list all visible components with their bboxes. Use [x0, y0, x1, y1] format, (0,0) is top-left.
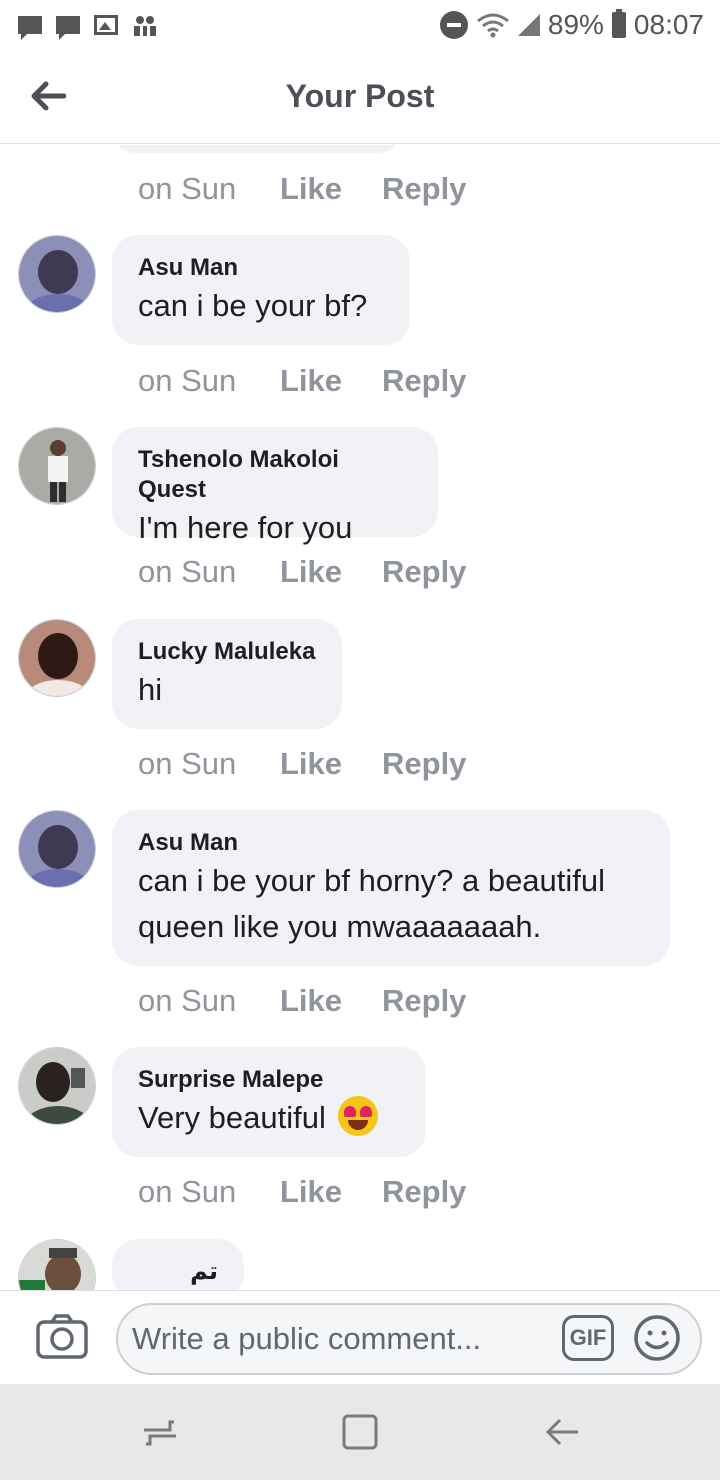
signal-icon — [517, 14, 540, 36]
comment-actions: on Sun Like Reply — [138, 361, 466, 401]
battery-icon — [611, 9, 626, 38]
reply-button[interactable]: Reply — [382, 983, 466, 1019]
like-button[interactable]: Like — [280, 171, 382, 207]
comment-actions: on Sun Like Reply — [138, 552, 466, 592]
comment-bubble: Lucky Maluleka hi — [112, 619, 342, 729]
smiley-icon — [634, 1315, 680, 1361]
home-button[interactable] — [340, 1412, 380, 1452]
comment-time: on Sun — [138, 983, 237, 1018]
status-bar-system: 89% 08:07 — [439, 9, 704, 41]
status-bar: 89% 08:07 — [0, 0, 720, 50]
like-button[interactable]: Like — [280, 363, 382, 399]
heart-eyes-emoji — [338, 1096, 379, 1136]
reply-button[interactable]: Reply — [382, 171, 466, 207]
comment-time: on Sun — [138, 1174, 237, 1209]
reply-button[interactable]: Reply — [382, 554, 466, 590]
app-header: Your Post — [0, 50, 720, 144]
recent-apps-button[interactable] — [140, 1412, 180, 1452]
image-icon — [94, 15, 118, 35]
reply-button[interactable]: Reply — [382, 1174, 466, 1210]
commenter-name[interactable]: Lucky Maluleka — [138, 637, 316, 667]
system-nav-bar — [0, 1384, 720, 1480]
comment-input[interactable] — [116, 1303, 702, 1375]
comment-bubble: Tshenolo Makoloi Quest I'm here for you — [112, 427, 438, 545]
commenter-name[interactable]: Asu Man — [138, 253, 384, 283]
avatar[interactable] — [18, 810, 96, 888]
comment-text: hi — [138, 672, 163, 707]
people-icon — [134, 16, 156, 36]
comment-text-row: Very beautiful — [138, 1095, 400, 1141]
comments-list[interactable]: on Sun Like Reply Asu Man can i be your … — [0, 145, 720, 1290]
gif-button[interactable]: GIF — [562, 1315, 614, 1361]
comment-actions: on Sun Like Reply — [138, 1172, 466, 1212]
back-button[interactable] — [26, 74, 70, 118]
battery-percent: 89% — [547, 9, 604, 40]
comment-text: can i be your bf? — [138, 288, 368, 323]
recent-apps-icon — [144, 1420, 176, 1446]
back-arrow-icon — [31, 81, 66, 111]
avatar[interactable] — [18, 427, 96, 505]
comment-actions: on Sun Like Reply — [138, 744, 466, 784]
commenter-name[interactable]: Asu Man — [138, 828, 644, 858]
camera-button[interactable] — [36, 1313, 88, 1359]
status-bar-notifications — [18, 13, 158, 40]
reply-button[interactable]: Reply — [382, 363, 466, 399]
comment-actions: on Sun Like Reply — [138, 981, 466, 1021]
nav-back-button[interactable] — [542, 1412, 582, 1452]
comment-bubble: Surprise Malepe Very beautiful — [112, 1047, 426, 1157]
comment-bubble: Asu Man can i be your bf horny? a beauti… — [112, 810, 670, 966]
comment-bubble: Asu Man can i be your bf? — [112, 235, 410, 345]
comment-text: Very beautiful — [138, 1100, 326, 1135]
comment-text: can i be your bf horny? a beautiful quee… — [138, 863, 606, 944]
commenter-name[interactable]: Tshenolo Makoloi Quest — [138, 445, 412, 505]
comment-time: on Sun — [138, 746, 237, 781]
comment-time: on Sun — [138, 554, 237, 589]
comment-time: on Sun — [138, 171, 237, 206]
commenter-name[interactable]: تم صرف — [138, 1257, 218, 1290]
comment-actions: on Sun Like Reply — [138, 169, 466, 209]
camera-icon — [36, 1314, 88, 1359]
like-button[interactable]: Like — [280, 1174, 382, 1210]
like-button[interactable]: Like — [280, 746, 382, 782]
clock: 08:07 — [633, 9, 704, 40]
message-icon — [18, 16, 42, 40]
like-button[interactable]: Like — [280, 983, 382, 1019]
back-icon — [545, 1418, 578, 1446]
comment-composer: GIF — [0, 1290, 720, 1384]
avatar[interactable] — [18, 619, 96, 697]
like-button[interactable]: Like — [280, 554, 382, 590]
emoji-button[interactable] — [632, 1313, 682, 1363]
wifi-icon — [476, 13, 509, 38]
comment-time: on Sun — [138, 363, 237, 398]
page-title: Your Post — [285, 78, 435, 114]
avatar[interactable] — [18, 1239, 96, 1290]
comment-text: I'm here for you — [138, 510, 353, 545]
avatar[interactable] — [18, 1047, 96, 1125]
home-icon — [342, 1414, 378, 1450]
message-icon — [56, 16, 80, 40]
comment-bubble-partial — [112, 145, 402, 153]
reply-button[interactable]: Reply — [382, 746, 466, 782]
avatar[interactable] — [18, 235, 96, 313]
do-not-disturb-icon — [439, 11, 468, 39]
commenter-name[interactable]: Surprise Malepe — [138, 1065, 400, 1095]
comment-bubble: تم صرف — [112, 1239, 244, 1290]
